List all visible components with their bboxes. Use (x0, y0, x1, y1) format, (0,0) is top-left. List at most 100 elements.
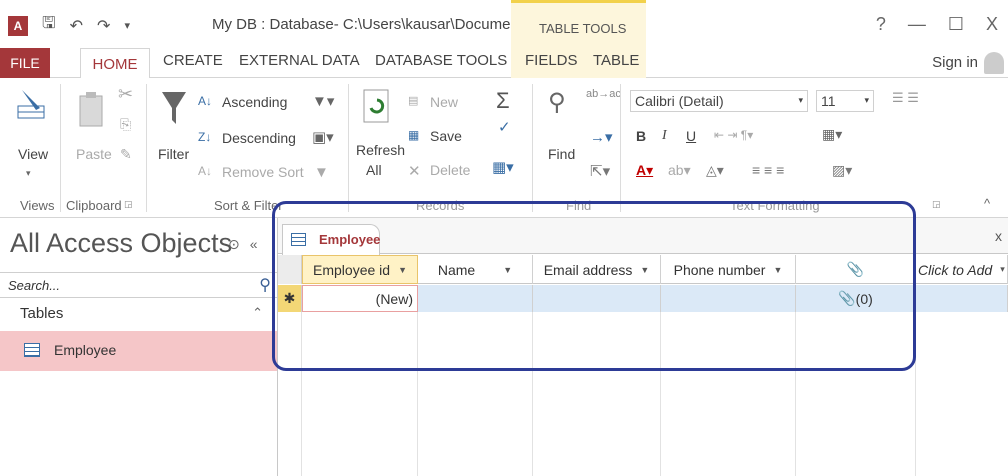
doc-tab-employee[interactable]: Employee (282, 224, 380, 255)
tab-external-data[interactable]: EXTERNAL DATA (239, 52, 360, 69)
column-header-click-to-add[interactable]: Click to Add ▾ (916, 255, 1008, 284)
fill-color-icon[interactable]: ◬▾ (706, 162, 724, 179)
undo-icon[interactable]: ↶ (70, 16, 83, 36)
cell-phone-number[interactable] (661, 285, 796, 312)
view-button[interactable]: View (18, 146, 48, 162)
more-records-icon[interactable]: ▦▾ (492, 158, 514, 176)
column-header-name[interactable]: Name ▼ (418, 255, 533, 284)
new-record-marker[interactable]: ✱ (278, 285, 302, 312)
collapse-section-icon[interactable]: ⌃ (252, 305, 263, 321)
descending-icon: Z↓ (198, 130, 212, 144)
select-all-cell[interactable] (278, 255, 302, 284)
collapse-ribbon-icon[interactable]: ^ (984, 196, 990, 211)
nav-pane-title[interactable]: All Access Objects (10, 228, 232, 259)
refresh-all-label[interactable]: All (366, 162, 382, 178)
search-input[interactable]: Search... (8, 278, 60, 293)
spelling-icon[interactable]: ✓ (498, 118, 511, 136)
ascending-icon: A↓ (198, 94, 213, 108)
minimize-button[interactable]: — (908, 14, 926, 35)
grid-column-line (302, 312, 418, 476)
save-icon[interactable]: 🖫 (42, 12, 56, 39)
search-icon[interactable]: ⚲ (259, 275, 271, 295)
cell-name[interactable] (418, 285, 533, 312)
column-dropdown-icon[interactable]: ▼ (773, 265, 782, 275)
font-color-icon[interactable]: A▾ (636, 162, 653, 179)
separator (348, 84, 349, 212)
copy-icon[interactable]: ⎘ (120, 116, 131, 133)
filter-button[interactable]: Filter (158, 146, 189, 162)
cell-employee-id[interactable]: (New) (302, 285, 418, 312)
format-painter-icon[interactable]: ✎ (120, 146, 132, 163)
font-size-select[interactable]: 11 ▾ (816, 90, 874, 112)
column-dropdown-icon[interactable]: ▾ (1000, 264, 1005, 275)
cell-email-address[interactable] (533, 285, 661, 312)
nav-search-box[interactable]: Search... ⚲ (0, 272, 277, 298)
access-logo-icon: A (8, 15, 28, 36)
ascending-button[interactable]: Ascending (222, 94, 287, 110)
column-label: Phone number (673, 261, 766, 278)
font-name-select[interactable]: Calibri (Detail) ▾ (630, 90, 808, 112)
align-icons[interactable]: ≡ ≡ ≡ (752, 162, 784, 178)
tab-database-tools[interactable]: DATABASE TOOLS (375, 52, 507, 69)
descending-button[interactable]: Descending (222, 130, 296, 146)
close-document-icon[interactable]: x (995, 228, 1002, 244)
delete-button[interactable]: Delete (430, 162, 470, 178)
list-icons[interactable]: ☰ ☰ (892, 90, 919, 106)
tab-table[interactable]: TABLE (593, 52, 639, 69)
select-icon[interactable]: ⇱▾ (590, 162, 610, 180)
new-record-button[interactable]: New (430, 94, 458, 110)
gridlines-icon[interactable]: ▦▾ (822, 126, 842, 143)
column-header-employee-id[interactable]: Employee id ▼ (302, 255, 418, 284)
clipboard-launcher-icon[interactable]: ◲ (124, 199, 133, 210)
tab-create[interactable]: CREATE (163, 52, 223, 69)
close-button[interactable]: X (986, 14, 998, 35)
help-button[interactable]: ? (876, 14, 886, 35)
save-record-button[interactable]: Save (430, 128, 462, 144)
tab-fields[interactable]: FIELDS (525, 52, 578, 69)
tab-file[interactable]: FILE (0, 48, 50, 78)
text-formatting-launcher-icon[interactable]: ◲ (932, 199, 941, 210)
view-dropdown-icon[interactable]: ▾ (26, 168, 31, 179)
underline-button[interactable]: U (686, 128, 696, 144)
column-header-attachment[interactable]: 📎 (796, 255, 916, 284)
refresh-button[interactable]: Refresh (356, 142, 405, 158)
replace-icon[interactable]: ab→ac (586, 88, 621, 100)
ribbon-tabs: FILE HOME CREATE EXTERNAL DATA DATABASE … (0, 48, 1008, 79)
column-dropdown-icon[interactable]: ▼ (640, 265, 649, 275)
cell-click-to-add[interactable] (916, 285, 1008, 312)
datasheet-header: Employee id ▼ Name ▼ Email address ▼ Phone … (278, 255, 1008, 284)
paperclip-icon: 📎 (846, 261, 865, 277)
column-dropdown-icon[interactable]: ▼ (503, 265, 512, 275)
nav-section-tables[interactable]: Tables ⌃ (0, 300, 277, 326)
nav-menu-icon[interactable]: ⊙ (228, 236, 240, 253)
find-button[interactable]: Find (548, 146, 575, 162)
paste-button[interactable]: Paste (76, 146, 112, 162)
shutter-bar-close-icon[interactable]: « (250, 236, 258, 253)
totals-icon[interactable]: Σ (496, 88, 510, 114)
indent-icons[interactable]: ⇤ ⇥ ¶▾ (714, 128, 753, 142)
toggle-filter-icon[interactable]: ▼ (314, 164, 329, 181)
maximize-button[interactable]: ☐ (948, 14, 964, 35)
highlight-icon[interactable]: ab▾ (668, 162, 691, 179)
sort-filter-group-label: Sort & Filter (214, 198, 283, 213)
italic-button[interactable]: I (662, 128, 667, 144)
customize-qat-icon[interactable]: ▾ (124, 19, 130, 32)
selection-filter-icon[interactable]: ▼▾ (312, 92, 334, 110)
window-title: My DB : Database- C:\Users\kausar\Docume… (212, 16, 548, 33)
advanced-filter-icon[interactable]: ▣▾ (312, 128, 334, 146)
column-dropdown-icon[interactable]: ▼ (398, 265, 407, 275)
sign-in-link[interactable]: Sign in (932, 54, 978, 71)
nav-item-employee[interactable]: Employee (0, 331, 277, 371)
redo-icon[interactable]: ↷ (97, 16, 110, 36)
goto-icon[interactable]: →▾ (590, 128, 613, 146)
remove-sort-button[interactable]: Remove Sort (222, 164, 304, 180)
bold-button[interactable]: B (636, 128, 646, 144)
views-group-label: Views (20, 198, 55, 213)
column-header-email-address[interactable]: Email address ▼ (533, 255, 661, 284)
column-header-phone-number[interactable]: Phone number ▼ (661, 255, 796, 284)
tab-home[interactable]: HOME (80, 48, 150, 79)
alternate-row-color-icon[interactable]: ▨▾ (832, 162, 852, 179)
user-icon[interactable] (984, 52, 1004, 74)
cell-attachment[interactable]: 📎 (0) (796, 285, 916, 312)
cut-icon[interactable]: ✂ (118, 84, 133, 105)
